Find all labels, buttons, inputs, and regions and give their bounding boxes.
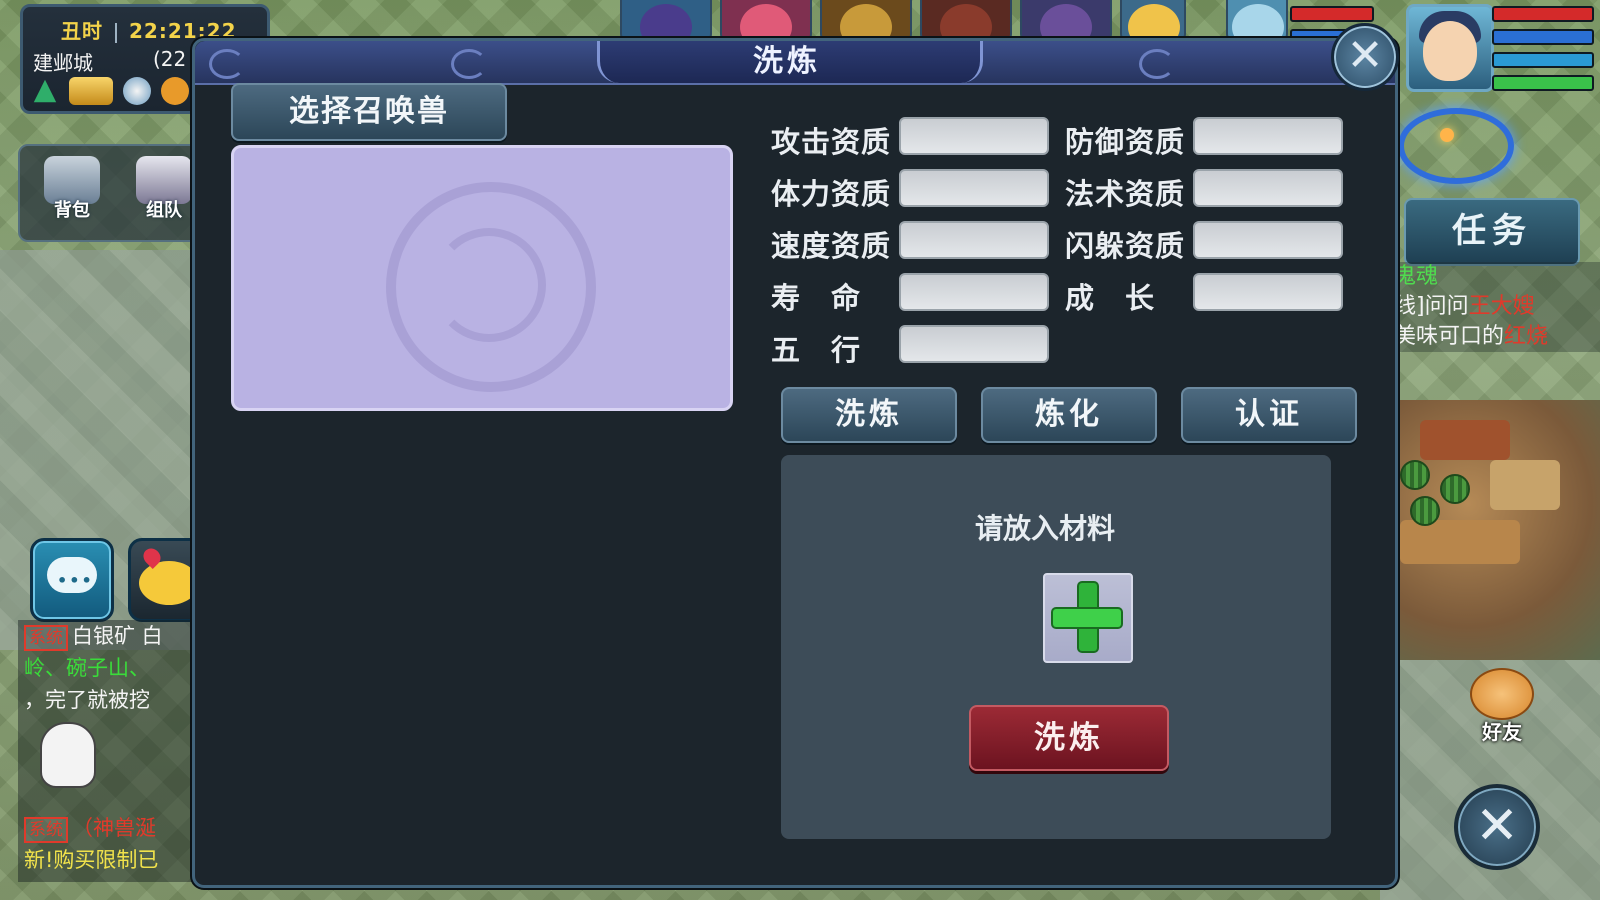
- tab-refine[interactable]: 炼化: [981, 387, 1157, 443]
- material-hint: 请放入材料: [974, 512, 1115, 545]
- lifespan-value-field: [899, 273, 1049, 311]
- dialog-close-button[interactable]: ✕: [1331, 23, 1399, 91]
- close-icon: ✕: [1346, 30, 1384, 81]
- pet-display-panel[interactable]: [231, 145, 733, 411]
- bag-label: 背包: [54, 200, 90, 221]
- cloud-emblem-icon: [386, 182, 596, 392]
- attack-value-field: [899, 117, 1049, 155]
- player-mp-bar: [1492, 29, 1594, 45]
- ornament-icon: [451, 49, 487, 79]
- player-exp-bar: [1492, 75, 1594, 91]
- defense-label: 防御资质: [1065, 125, 1186, 159]
- location-coords: (22: [153, 47, 187, 71]
- party-portrait-7[interactable]: [1226, 0, 1288, 42]
- ornament-icon: [1139, 49, 1175, 79]
- pet-hp-bar: [1290, 6, 1374, 22]
- task-line: 美味可口的红烧: [1394, 324, 1549, 349]
- character-status-icon[interactable]: [161, 77, 189, 105]
- chat-line: ，完了就被挖: [24, 688, 150, 712]
- player-portrait[interactable]: [1406, 4, 1494, 92]
- system-tag: 系统: [24, 625, 68, 651]
- friend-button[interactable]: 好友: [1466, 668, 1538, 744]
- speed-label: 速度资质: [771, 229, 892, 263]
- party-portrait-3[interactable]: [820, 0, 912, 42]
- wash-dialog: 洗炼 ✕ 选择召唤兽 攻击资质 防御资质 体力资质 法术资质 速度资质 闪躲资质…: [192, 23, 1399, 888]
- tab-wash[interactable]: 洗炼: [781, 387, 957, 443]
- stamina-label: 体力资质: [771, 177, 892, 211]
- dodge-value-field: [1193, 221, 1343, 259]
- wash-confirm-button[interactable]: 洗炼: [969, 705, 1169, 771]
- dodge-label: 闪躲资质: [1065, 229, 1186, 263]
- defense-value-field: [1193, 117, 1343, 155]
- ornament-icon: [209, 49, 245, 79]
- player-status-bars: [1492, 6, 1594, 98]
- material-panel: 请放入材料 洗炼: [781, 455, 1331, 839]
- team-button[interactable]: 组队: [130, 156, 198, 226]
- compass-icon[interactable]: [123, 77, 151, 105]
- pet-icon: [139, 561, 199, 605]
- task-line: 鬼魂: [1394, 264, 1439, 289]
- party-portrait-5[interactable]: [1020, 0, 1112, 42]
- magic-label: 法术资质: [1065, 177, 1186, 211]
- close-icon: ✕: [1475, 796, 1519, 856]
- chat-line: 系统 （神兽涎: [18, 812, 196, 844]
- chat-button[interactable]: •••: [30, 538, 114, 622]
- shortcut-panel: 背包 组队: [18, 144, 202, 242]
- chat-line: 岭、碗子山、: [24, 656, 150, 680]
- lifespan-label: 寿 命: [771, 281, 862, 315]
- magic-value-field: [1193, 169, 1343, 207]
- speed-value-field: [899, 221, 1049, 259]
- market-stall: [1380, 400, 1600, 660]
- chat-line: 新!购买限制已: [24, 848, 159, 872]
- growth-value-field: [1193, 273, 1343, 311]
- gold-ingot-icon[interactable]: [69, 77, 113, 105]
- team-label: 组队: [146, 200, 182, 221]
- task-tracker[interactable]: 鬼魂 线]问问王大嫂 美味可口的红烧: [1394, 262, 1600, 352]
- player-face: [1423, 21, 1477, 81]
- close-menu-button[interactable]: ✕: [1454, 784, 1540, 870]
- task-line: 线]问问王大嫂: [1394, 294, 1535, 319]
- stamina-value-field: [899, 169, 1049, 207]
- select-pet-button[interactable]: 选择召唤兽: [231, 83, 507, 141]
- growth-label: 成 长: [1065, 281, 1156, 315]
- player-hp-bar: [1492, 6, 1594, 22]
- party-portrait-6[interactable]: [1120, 0, 1186, 42]
- system-tag: 系统: [24, 817, 68, 843]
- element-value-field: [899, 325, 1049, 363]
- shichen-label: 丑时: [61, 19, 103, 43]
- add-material-slot[interactable]: [1043, 573, 1133, 663]
- signal-icon[interactable]: [33, 79, 57, 103]
- dialog-title: 洗炼: [753, 44, 821, 79]
- bag-button[interactable]: 背包: [36, 156, 108, 226]
- element-label: 五 行: [771, 333, 862, 367]
- party-portrait-4[interactable]: [920, 0, 1012, 42]
- chat-line: 系统 白银矿 白: [18, 620, 196, 652]
- task-button[interactable]: 任务: [1404, 198, 1580, 266]
- friend-label: 好友: [1482, 720, 1522, 744]
- handshake-icon: [1470, 668, 1534, 720]
- location-name: 建邺城: [33, 51, 93, 75]
- teleport-portal: [1398, 108, 1514, 184]
- player-anger-bar: [1492, 52, 1594, 68]
- party-portrait-1[interactable]: [620, 0, 712, 42]
- party-portrait-2[interactable]: [720, 0, 812, 42]
- chat-bubble-icon: •••: [47, 557, 97, 593]
- tab-certify[interactable]: 认证: [1181, 387, 1357, 443]
- attack-label: 攻击资质: [771, 125, 892, 159]
- panda-avatar: [40, 722, 96, 788]
